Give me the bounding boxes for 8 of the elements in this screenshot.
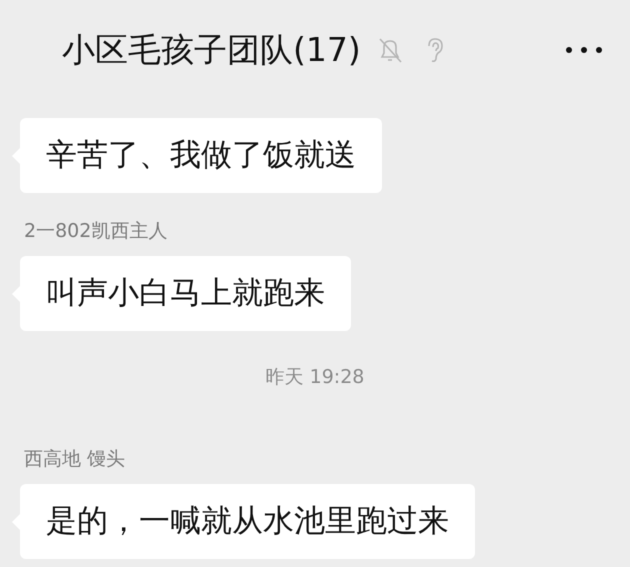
message-bubble: 是的，一喊就从水池里跑过来: [20, 484, 475, 558]
timestamp: 昨天 19:28: [266, 364, 364, 390]
message-bubble: 辛苦了、我做了饭就送: [20, 118, 382, 193]
more-icon: [566, 47, 602, 53]
message-bubble: 叫声小白马上就跑来: [20, 256, 351, 330]
chat-title: 小区毛孩子团队(17): [62, 29, 361, 72]
sender-name: 2一802凯西主人: [24, 219, 168, 244]
sender-name: 西高地 馒头: [24, 447, 126, 472]
